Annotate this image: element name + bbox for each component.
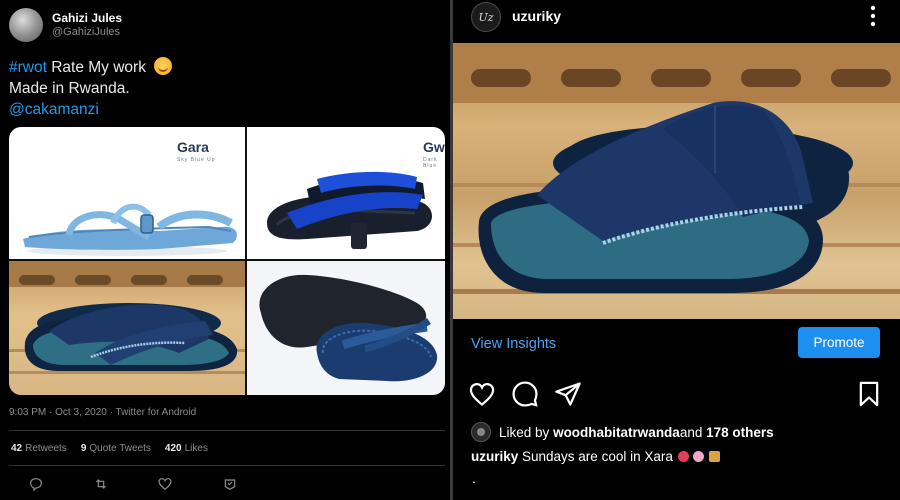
quote-tweets-stat[interactable]: 9 Quote Tweets (81, 443, 151, 454)
liked-by: Liked by woodhabitatrwanda and 178 other… (471, 422, 774, 442)
retweets-stat[interactable]: 42 Retweets (11, 443, 67, 454)
tweet-header: Gahizi Jules @GahiziJules (9, 8, 122, 42)
sandal-light-blue-image (23, 203, 237, 256)
reply-icon[interactable] (28, 476, 44, 492)
tweet-timestamp[interactable]: 9:03 PM · Oct 3, 2020 · Twitter for Andr… (9, 407, 196, 418)
liked-mid: and (679, 424, 703, 440)
post-header: Uz uzuriky (453, 0, 900, 40)
tweet-actions (28, 476, 238, 492)
brand-logo-text: Gwi (423, 139, 445, 155)
caption-username[interactable]: uzuriky (471, 449, 518, 464)
likes-stat[interactable]: 420 Likes (165, 443, 208, 454)
denim-slide-photo (453, 43, 900, 294)
view-insights-link[interactable]: View Insights (471, 336, 556, 352)
bookmark-icon[interactable] (855, 380, 883, 408)
post-caption: uzuriky Sundays are cool in Xara (471, 449, 721, 464)
tweet-photo-4[interactable] (247, 261, 445, 395)
post-actions (453, 380, 900, 410)
heart-icon[interactable] (468, 380, 496, 408)
send-icon[interactable] (554, 380, 582, 408)
hibiscus-emoji-icon (677, 451, 689, 462)
brand-subtitle: Sky Blue Up (177, 157, 216, 163)
post-username[interactable]: uzuriky (512, 8, 561, 24)
liked-user[interactable]: woodhabitatrwanda (553, 425, 680, 440)
promote-button[interactable]: Promote (798, 327, 880, 358)
share-icon[interactable] (222, 476, 238, 492)
tweet-text-line2: Made in Rwanda. (9, 80, 130, 97)
post-photo[interactable] (453, 43, 900, 319)
brand-subtitle: Dark Blue (423, 157, 438, 169)
avatar[interactable] (9, 8, 43, 42)
divider (9, 465, 445, 466)
comment-icon[interactable] (511, 380, 539, 408)
more-options-icon[interactable] (870, 5, 876, 27)
denim-slide-image (9, 261, 245, 374)
tweet-text-line1: Rate My work (46, 59, 146, 76)
instagram-post: Uz uzuriky View Insights Promote Liked b… (453, 0, 900, 500)
brand-logo-text: Gara (177, 139, 209, 155)
liked-others[interactable]: 178 others (706, 425, 774, 440)
insights-bar: View Insights Promote (453, 321, 900, 365)
liked-by-avatar[interactable] (471, 422, 491, 442)
author-handle[interactable]: @GahiziJules (52, 26, 122, 40)
caption-continuation: . (472, 470, 476, 486)
tweet-stats: 42 Retweets 9 Quote Tweets 420 Likes (11, 443, 208, 454)
caption-text: Sundays are cool in Xara (518, 449, 673, 464)
mention-link[interactable]: @cakamanzi (9, 99, 172, 120)
like-icon[interactable] (157, 476, 173, 492)
sandal-blue-strap-image (267, 171, 432, 249)
tweet-card: Gahizi Jules @GahiziJules #rwot Rate My … (0, 0, 450, 500)
cherry-blossom-emoji-icon (693, 451, 705, 462)
tweet-photo-1[interactable]: Gara Sky Blue Up (9, 127, 245, 259)
retweet-icon[interactable] (93, 476, 109, 492)
rice-plant-emoji-icon (709, 451, 721, 462)
author-name[interactable]: Gahizi Jules (52, 11, 122, 26)
divider (9, 430, 445, 431)
denim-flipflop-image (259, 274, 438, 382)
tweet-photo-2[interactable]: Gwi Dark Blue (247, 127, 445, 259)
avatar[interactable]: Uz (471, 2, 501, 32)
hugging-face-emoji-icon (153, 57, 172, 75)
avatar-logo: Uz (478, 10, 494, 24)
hashtag-link[interactable]: #rwot (9, 59, 47, 76)
liked-prefix: Liked by (499, 424, 550, 440)
tweet-photo-3[interactable] (9, 261, 245, 395)
tweet-author: Gahizi Jules @GahiziJules (52, 11, 122, 40)
tweet-media-grid: Gara Sky Blue Up Gwi Dark Blue (9, 127, 445, 395)
tweet-text: #rwot Rate My work Made in Rwanda. @caka… (9, 57, 172, 120)
